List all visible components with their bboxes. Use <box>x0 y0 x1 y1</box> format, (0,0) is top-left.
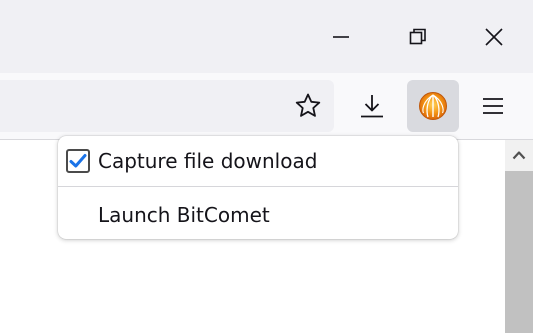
capture-download-label: Capture file download <box>98 149 318 173</box>
chevron-up-icon <box>512 151 526 160</box>
bitcomet-icon <box>419 92 447 120</box>
bookmark-page-button[interactable] <box>290 88 326 124</box>
app-menu-button[interactable] <box>467 80 519 132</box>
scrollbar-thumb[interactable] <box>505 171 533 333</box>
close-window-button[interactable] <box>471 14 517 60</box>
launch-bitcomet-label: Launch BitComet <box>98 203 270 227</box>
hamburger-menu-icon <box>483 98 503 114</box>
download-icon <box>361 95 383 118</box>
menu-separator <box>58 186 458 187</box>
minimize-button[interactable] <box>318 14 364 60</box>
bitcomet-popup-menu: Capture file download Launch BitComet <box>58 136 458 239</box>
address-bar[interactable] <box>0 80 334 132</box>
title-bar <box>0 0 533 73</box>
restore-button[interactable] <box>395 14 441 60</box>
minimize-icon <box>333 36 349 38</box>
checkmark-icon <box>69 154 87 168</box>
star-icon <box>295 93 321 117</box>
scroll-up-button[interactable] <box>505 140 533 170</box>
capture-download-checkbox[interactable] <box>66 149 90 173</box>
restore-icon <box>409 28 426 45</box>
launch-bitcomet-menu-item[interactable]: Launch BitComet <box>58 190 458 239</box>
downloads-button[interactable] <box>346 80 398 132</box>
bitcomet-extension-button[interactable] <box>407 80 459 132</box>
close-icon <box>485 28 503 46</box>
capture-download-menu-item[interactable]: Capture file download <box>58 136 458 186</box>
vertical-scrollbar[interactable] <box>505 140 533 333</box>
